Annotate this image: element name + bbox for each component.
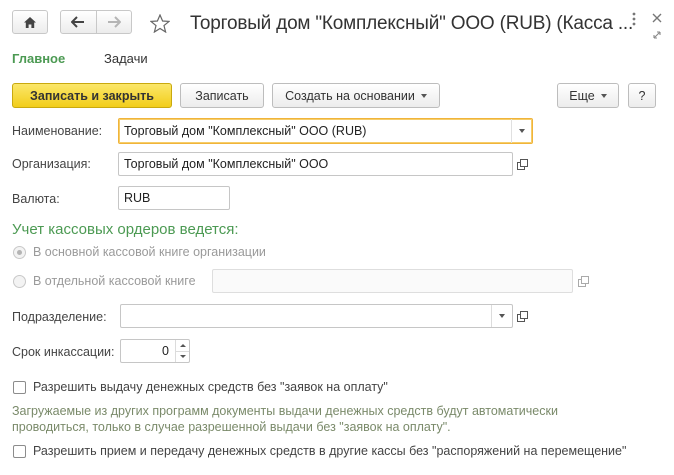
forward-button[interactable] bbox=[95, 11, 132, 33]
separate-cashbook-open-button[interactable] bbox=[574, 272, 592, 290]
stepper-buttons bbox=[175, 340, 189, 362]
help-button[interactable]: ? bbox=[628, 83, 656, 108]
currency-label: Валюта: bbox=[12, 192, 60, 206]
currency-value: RUB bbox=[124, 191, 151, 205]
radio-main-cashbook-label: В основной кассовой книге организации bbox=[33, 245, 266, 259]
collection-period-value: 0 bbox=[162, 344, 169, 358]
resize-button[interactable] bbox=[650, 28, 664, 42]
organization-label: Организация: bbox=[12, 157, 91, 171]
department-dropdown-button[interactable] bbox=[491, 305, 512, 327]
tab-main[interactable]: Главное bbox=[12, 51, 65, 66]
stepper-up-button[interactable] bbox=[176, 340, 189, 351]
save-and-close-button[interactable]: Записать и закрыть bbox=[12, 83, 172, 108]
payout-hint-line-2: проводиться, только в случае разрешенной… bbox=[12, 420, 451, 434]
radio-main-cashbook[interactable] bbox=[13, 246, 26, 259]
open-icon bbox=[516, 310, 528, 322]
close-button[interactable] bbox=[650, 11, 664, 25]
more-actions-label: Еще bbox=[569, 88, 595, 103]
more-vertical-icon bbox=[632, 12, 636, 26]
chevron-down-icon bbox=[519, 129, 525, 133]
name-value: Торговый дом "Комплексный" ООО (RUB) bbox=[124, 124, 367, 138]
name-label: Наименование: bbox=[12, 124, 103, 138]
chevron-down-icon bbox=[600, 93, 607, 98]
create-based-on-button[interactable]: Создать на основании bbox=[272, 83, 440, 108]
department-label: Подразделение: bbox=[12, 310, 107, 324]
payout-hint: Загружаемые из других программ документы… bbox=[12, 403, 612, 435]
collection-period-stepper[interactable]: 0 bbox=[120, 339, 190, 363]
save-button[interactable]: Записать bbox=[180, 83, 264, 108]
create-based-on-label: Создать на основании bbox=[285, 88, 415, 103]
collection-period-label: Срок инкассации: bbox=[12, 345, 115, 359]
star-icon bbox=[150, 13, 170, 33]
name-dropdown-button[interactable] bbox=[511, 119, 532, 143]
separate-cashbook-field[interactable] bbox=[212, 269, 573, 293]
allow-transfer-label[interactable]: Разрешить прием и передачу денежных сред… bbox=[33, 444, 626, 458]
radio-selected-dot bbox=[17, 250, 22, 255]
more-button[interactable] bbox=[628, 11, 640, 27]
allow-payout-checkbox[interactable] bbox=[13, 381, 26, 394]
currency-field[interactable]: RUB bbox=[118, 186, 230, 210]
allow-payout-label[interactable]: Разрешить выдачу денежных средств без "з… bbox=[33, 380, 388, 394]
chevron-down-icon bbox=[499, 314, 505, 318]
chevron-down-icon bbox=[179, 355, 186, 359]
department-field[interactable] bbox=[120, 304, 513, 328]
payout-hint-line-1: Загружаемые из других программ документы… bbox=[12, 404, 558, 418]
home-button[interactable] bbox=[12, 10, 48, 34]
open-icon bbox=[516, 158, 528, 170]
window-title: Торговый дом "Комплексный" ООО (RUB) (Ка… bbox=[190, 13, 634, 34]
arrow-left-icon bbox=[71, 16, 85, 28]
arrow-right-icon bbox=[107, 16, 121, 28]
more-actions-button[interactable]: Еще bbox=[557, 83, 619, 108]
allow-transfer-checkbox[interactable] bbox=[13, 445, 26, 458]
organization-field[interactable]: Торговый дом "Комплексный" ООО bbox=[118, 152, 513, 176]
history-navigation bbox=[60, 10, 132, 34]
organization-value: Торговый дом "Комплексный" ООО bbox=[124, 157, 329, 171]
back-button[interactable] bbox=[61, 11, 96, 33]
department-open-button[interactable] bbox=[513, 307, 531, 325]
close-icon bbox=[652, 13, 662, 23]
open-icon bbox=[577, 275, 589, 287]
tab-tasks[interactable]: Задачи bbox=[104, 51, 148, 66]
chevron-up-icon bbox=[179, 343, 186, 347]
name-field[interactable]: Торговый дом "Комплексный" ООО (RUB) bbox=[118, 118, 533, 144]
home-icon bbox=[24, 16, 36, 28]
resize-icon bbox=[653, 31, 661, 39]
organization-open-button[interactable] bbox=[513, 155, 531, 173]
radio-separate-cashbook[interactable] bbox=[13, 275, 26, 288]
favorite-button[interactable] bbox=[148, 11, 172, 35]
chevron-down-icon bbox=[420, 93, 427, 98]
stepper-down-button[interactable] bbox=[176, 350, 189, 363]
section-title-cash-orders: Учет кассовых ордеров ведется: bbox=[12, 221, 239, 238]
radio-separate-cashbook-label: В отдельной кассовой книге bbox=[33, 274, 196, 288]
